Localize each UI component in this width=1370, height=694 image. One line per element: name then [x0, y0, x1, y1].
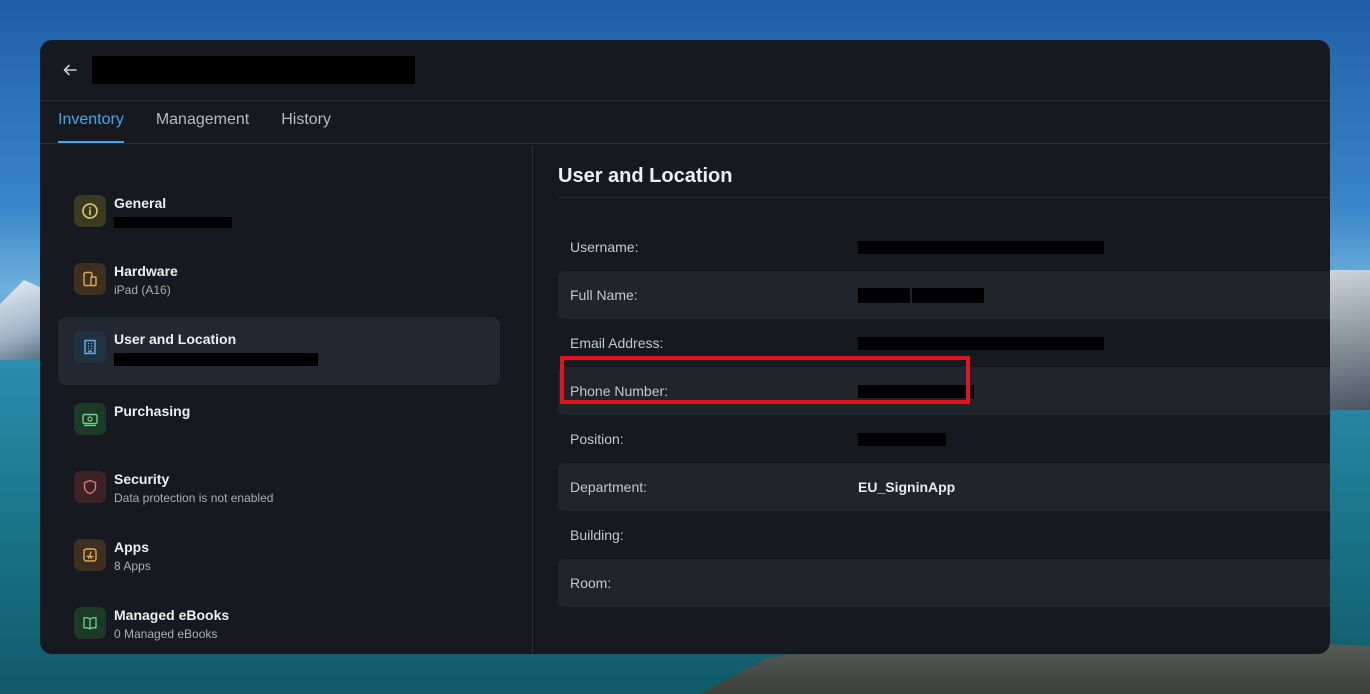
sidebar-item-managed-ebooks[interactable]: Managed eBooks 0 Managed eBooks: [58, 593, 500, 654]
field-label: Full Name:: [570, 287, 638, 303]
department-value: EU_SigninApp: [858, 479, 956, 495]
sidebar-item-label: Purchasing: [114, 403, 191, 419]
sidebar-item-label: Security: [114, 471, 170, 487]
field-row-department: Department: EU_SigninApp: [558, 463, 1330, 511]
sidebar-item-subtitle: 8 Apps: [114, 559, 151, 573]
field-list: Username: Full Name: Email Address: Phon…: [558, 223, 1330, 607]
redacted-subtitle: [114, 217, 232, 228]
inventory-sidebar: General Hardware iPad (A16) User and Loc…: [40, 145, 533, 654]
field-label: Department:: [570, 479, 648, 495]
shield-icon: [74, 471, 106, 503]
field-row-username: Username:: [558, 223, 1330, 271]
field-label: Phone Number:: [570, 383, 669, 399]
title-bar: [40, 40, 1330, 101]
redacted-value: [858, 287, 984, 303]
sidebar-item-apps[interactable]: Apps 8 Apps: [58, 525, 500, 593]
field-row-building: Building:: [558, 511, 1330, 559]
user-and-location-panel: User and Location Username: Full Name: E…: [533, 145, 1330, 654]
redacted-value: [858, 432, 946, 446]
sidebar-item-user-and-location[interactable]: User and Location: [58, 317, 500, 385]
sidebar-item-general[interactable]: General: [58, 181, 500, 249]
field-row-room: Room:: [558, 559, 1330, 607]
tab-bar: Inventory Management History: [40, 101, 1330, 144]
sidebar-item-label: Hardware: [114, 263, 178, 279]
device-details-window: Inventory Management History General Har…: [40, 40, 1330, 654]
money-icon: [74, 403, 106, 435]
tab-history[interactable]: History: [281, 111, 331, 143]
sidebar-item-purchasing[interactable]: Purchasing: [58, 389, 500, 457]
building-icon: [74, 331, 106, 363]
redacted-value: [858, 240, 1104, 254]
field-label: Building:: [570, 527, 624, 543]
sidebar-item-label: Apps: [114, 539, 149, 555]
app-store-icon: [74, 539, 106, 571]
sidebar-item-label: General: [114, 195, 167, 211]
field-label: Email Address:: [570, 335, 664, 351]
redacted-value: [858, 336, 1104, 350]
devices-icon: [74, 263, 106, 295]
redacted-subtitle: [114, 353, 318, 366]
field-label: Username:: [570, 239, 639, 255]
field-row-email-address: Email Address:: [558, 319, 1330, 367]
section-title: User and Location: [558, 165, 1330, 198]
sidebar-item-subtitle: iPad (A16): [114, 283, 171, 297]
back-arrow-icon[interactable]: [60, 60, 80, 80]
sidebar-item-subtitle: Data protection is not enabled: [114, 491, 274, 505]
field-row-position: Position:: [558, 415, 1330, 463]
redacted-device-name: [92, 56, 415, 84]
tab-management[interactable]: Management: [156, 111, 249, 143]
field-label: Position:: [570, 431, 624, 447]
sidebar-item-hardware[interactable]: Hardware iPad (A16): [58, 249, 500, 317]
sidebar-item-label: Managed eBooks: [114, 607, 230, 623]
redacted-value: [858, 384, 974, 398]
sidebar-item-label: User and Location: [114, 331, 237, 347]
sidebar-item-security[interactable]: Security Data protection is not enabled: [58, 457, 500, 525]
field-label: Room:: [570, 575, 612, 591]
field-row-full-name: Full Name:: [558, 271, 1330, 319]
info-icon: [74, 195, 106, 227]
book-icon: [74, 607, 106, 639]
tab-inventory[interactable]: Inventory: [58, 111, 124, 143]
sidebar-item-subtitle: 0 Managed eBooks: [114, 627, 218, 641]
field-row-phone-number: Phone Number:: [558, 367, 1330, 415]
